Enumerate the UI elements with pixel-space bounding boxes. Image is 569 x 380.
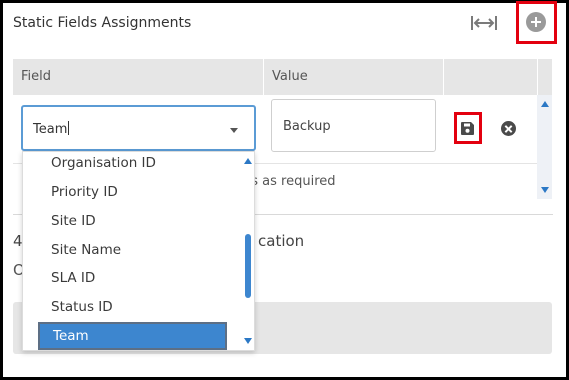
- dropdown-option[interactable]: Status ID: [23, 293, 241, 321]
- save-icon[interactable]: [461, 122, 474, 135]
- field-combobox-value: Team: [33, 121, 70, 137]
- dropdown-option[interactable]: Priority ID: [23, 178, 241, 206]
- fit-width-icon[interactable]: [470, 14, 498, 32]
- column-separator: [537, 59, 538, 95]
- dropdown-scroll-down-arrow[interactable]: [244, 338, 252, 344]
- hint-text: ds as required: [243, 174, 336, 189]
- dropdown-option-selected[interactable]: Team: [38, 322, 227, 350]
- delete-circle-icon[interactable]: [501, 121, 516, 136]
- dropdown-scroll-thumb[interactable]: [245, 234, 251, 298]
- field-combobox[interactable]: Team: [21, 105, 256, 151]
- dropdown-option[interactable]: SLA ID: [23, 264, 241, 292]
- chevron-down-icon[interactable]: [230, 128, 238, 133]
- column-separator: [443, 59, 444, 95]
- scroll-down-arrow[interactable]: [541, 187, 549, 193]
- column-header-value[interactable]: Value: [264, 59, 443, 95]
- dropdown-scroll-up-arrow[interactable]: [244, 158, 252, 164]
- column-header-field[interactable]: Field: [13, 59, 263, 95]
- section-title: cation: [258, 232, 305, 250]
- dropdown-option[interactable]: Site Name: [23, 236, 241, 264]
- table-header: Field Value: [13, 59, 552, 95]
- add-circle-icon[interactable]: [526, 12, 546, 32]
- dropdown-option[interactable]: Organisation ID: [23, 152, 241, 177]
- table-scrollbar[interactable]: [537, 95, 552, 199]
- field-dropdown-list[interactable]: Organisation ID Priority ID Site ID Site…: [22, 151, 255, 351]
- dropdown-scrollbar[interactable]: [243, 152, 254, 350]
- scroll-up-arrow[interactable]: [541, 101, 549, 107]
- dropdown-option[interactable]: Site ID: [23, 207, 241, 235]
- value-input-text: Backup: [283, 119, 331, 134]
- value-input[interactable]: Backup: [271, 99, 436, 152]
- panel-title: Static Fields Assignments: [13, 15, 192, 31]
